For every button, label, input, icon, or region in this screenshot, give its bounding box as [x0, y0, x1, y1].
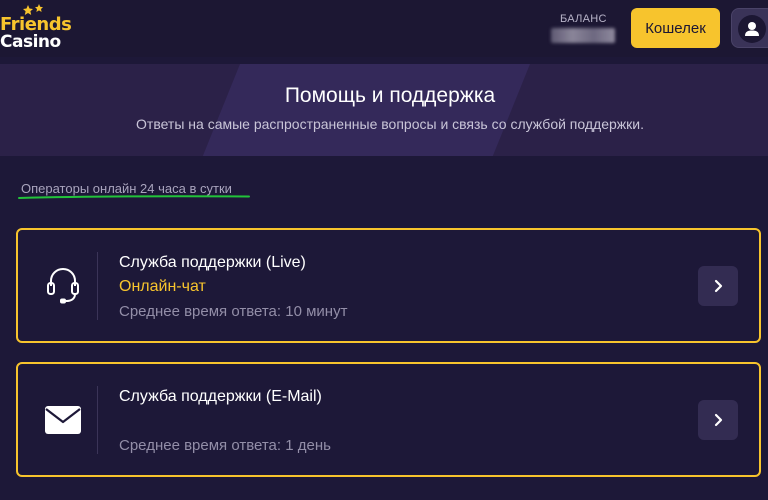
support-card-email[interactable]: Служба поддержки (E-Mail) Среднее время …	[16, 362, 761, 477]
card-divider	[97, 252, 98, 320]
envelope-icon	[45, 405, 81, 434]
card-icon-wrap	[38, 364, 88, 475]
banner-decoration	[202, 64, 530, 156]
help-banner: Помощь и поддержка Ответы на самые распр…	[0, 64, 768, 156]
profile-button[interactable]	[731, 8, 768, 48]
open-live-support-button[interactable]	[698, 266, 738, 306]
wallet-button[interactable]: Кошелек	[631, 8, 720, 48]
user-icon	[745, 22, 759, 36]
support-card-live[interactable]: Служба поддержки (Live) Онлайн-чат Средн…	[16, 228, 761, 343]
card-title: Служба поддержки (Live)	[119, 254, 306, 271]
chevron-right-icon	[714, 279, 723, 293]
avatar	[738, 15, 766, 43]
balance-value-blurred	[551, 28, 615, 43]
card-response-time: Среднее время ответа: 10 минут	[119, 303, 348, 320]
casino-logo[interactable]: Friends Casino	[0, 4, 72, 52]
page-subtitle: Ответы на самые распространенные вопросы…	[136, 116, 644, 132]
card-response-time: Среднее время ответа: 1 день	[119, 437, 331, 454]
card-divider	[97, 386, 98, 454]
balance-label: БАЛАНС	[560, 13, 607, 25]
open-email-support-button[interactable]	[698, 400, 738, 440]
top-bar: Friends Casino БАЛАНС Кошелек	[0, 0, 768, 57]
chevron-right-icon	[714, 413, 723, 427]
logo-word-casino: Casino	[0, 32, 61, 52]
card-subtitle-online-chat: Онлайн-чат	[119, 278, 206, 295]
card-title: Служба поддержки (E-Mail)	[119, 388, 322, 405]
headset-icon	[47, 267, 79, 303]
green-underline-decoration	[18, 195, 250, 199]
card-icon-wrap	[38, 230, 88, 341]
operators-online-note: Операторы онлайн 24 часа в сутки	[21, 181, 232, 196]
page-title: Помощь и поддержка	[284, 84, 496, 107]
